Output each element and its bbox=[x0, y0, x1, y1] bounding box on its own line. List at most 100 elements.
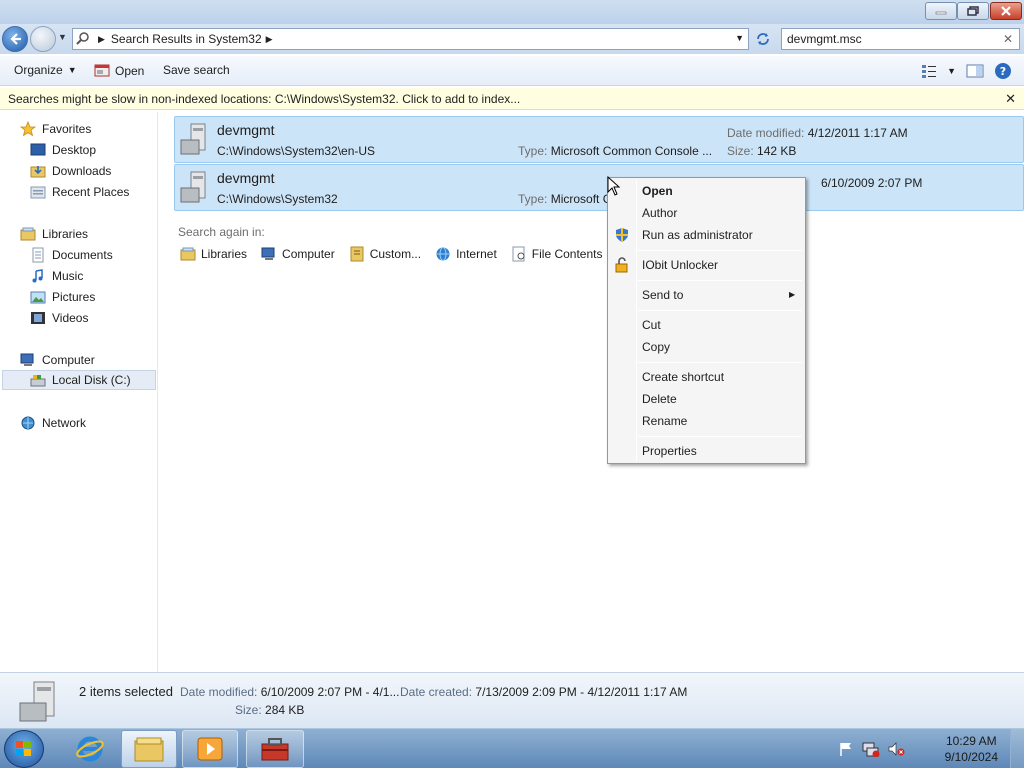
size-value: 142 KB bbox=[757, 144, 797, 158]
menu-item-open[interactable]: Open bbox=[642, 181, 673, 201]
msc-file-icon bbox=[180, 123, 206, 155]
taskbar-media-player[interactable] bbox=[182, 730, 238, 768]
taskbar-device-manager[interactable] bbox=[246, 730, 304, 768]
clear-search-icon[interactable]: ✕ bbox=[1003, 32, 1013, 46]
menu-item-author[interactable]: Author bbox=[642, 203, 677, 223]
date-modified-label: Date modified: bbox=[727, 126, 805, 140]
navigation-bar: ▼ ▶ Search Results in System32 ▶ ▼ devmg… bbox=[0, 24, 1024, 54]
menu-item-properties[interactable]: Properties bbox=[642, 441, 697, 461]
file-path: C:\Windows\System32\en-US bbox=[217, 144, 376, 158]
toolbox-icon bbox=[261, 738, 289, 761]
network-disconnected-icon[interactable] bbox=[862, 741, 880, 757]
volume-muted-icon[interactable] bbox=[888, 741, 906, 757]
open-button[interactable]: Open bbox=[94, 63, 144, 79]
search-query[interactable]: devmgmt.msc bbox=[787, 32, 862, 46]
sidebar-item-music[interactable]: Music bbox=[30, 266, 83, 286]
show-desktop-button[interactable] bbox=[1010, 729, 1024, 768]
taskbar-internet-explorer[interactable] bbox=[62, 730, 118, 768]
search-again-file-contents[interactable]: File Contents bbox=[511, 246, 602, 262]
breadcrumb-search-results[interactable]: Search Results in System32 bbox=[111, 32, 262, 46]
chevron-right-icon[interactable]: ▶ bbox=[266, 34, 273, 45]
date-modified-value: 4/12/2011 1:17 AM bbox=[807, 126, 908, 140]
index-warning-bar[interactable]: Searches might be slow in non-indexed lo… bbox=[0, 88, 1024, 110]
sidebar-item-network[interactable]: Network bbox=[20, 413, 86, 433]
custom-folder-icon bbox=[350, 246, 364, 262]
view-dropdown-icon[interactable]: ▼ bbox=[947, 66, 956, 76]
menu-item-delete[interactable]: Delete bbox=[642, 389, 677, 409]
details-date-modified-label: Date modified: bbox=[180, 685, 258, 699]
chevron-right-icon[interactable]: ▶ bbox=[98, 34, 105, 45]
search-again-options: Libraries Computer Custom... Internet Fi… bbox=[180, 246, 602, 262]
file-name: devmgmt bbox=[217, 122, 275, 138]
address-bar[interactable]: ▶ Search Results in System32 ▶ ▼ bbox=[72, 28, 749, 50]
sidebar-item-documents[interactable]: Documents bbox=[30, 245, 113, 265]
sidebar-item-desktop[interactable]: Desktop bbox=[30, 140, 96, 160]
submenu-arrow-icon: ▶ bbox=[789, 290, 796, 299]
organize-button[interactable]: Organize ▼ bbox=[14, 63, 77, 77]
clock-date: 9/10/2024 bbox=[944, 750, 998, 764]
internet-explorer-icon bbox=[76, 736, 104, 762]
context-menu: Open Author Run as administrator IObit U… bbox=[607, 177, 806, 464]
refresh-button[interactable] bbox=[752, 28, 774, 50]
refresh-icon bbox=[757, 33, 769, 45]
music-icon bbox=[32, 269, 43, 283]
sidebar-item-label: Downloads bbox=[52, 164, 112, 178]
search-input[interactable]: devmgmt.msc ✕ bbox=[781, 28, 1020, 50]
search-again-computer[interactable]: Computer bbox=[261, 246, 335, 262]
minimize-button[interactable] bbox=[925, 2, 957, 20]
close-icon[interactable]: ✕ bbox=[1005, 91, 1016, 107]
menu-item-iobit-unlocker[interactable]: IObit Unlocker bbox=[642, 255, 718, 275]
media-player-icon bbox=[197, 737, 223, 761]
title-bar[interactable] bbox=[0, 0, 1024, 24]
action-center-flag-icon[interactable] bbox=[838, 741, 854, 757]
search-again-custom[interactable]: Custom... bbox=[349, 246, 421, 262]
recent-places-icon bbox=[30, 186, 46, 199]
index-warning-text[interactable]: Searches might be slow in non-indexed lo… bbox=[8, 92, 520, 106]
svg-text:?: ? bbox=[1000, 65, 1006, 78]
menu-item-run-as-admin[interactable]: Run as administrator bbox=[642, 225, 753, 245]
list-item[interactable]: devmgmt C:\Windows\System32 Type: Micros… bbox=[174, 164, 1024, 211]
sidebar-item-computer[interactable]: Computer bbox=[20, 350, 95, 370]
search-again-libraries[interactable]: Libraries bbox=[180, 246, 247, 262]
menu-item-send-to[interactable]: Send to bbox=[642, 285, 683, 305]
search-again-label: Search again in: bbox=[178, 225, 265, 239]
sidebar-item-libraries[interactable]: Libraries bbox=[20, 224, 88, 244]
chevron-down-icon: ▼ bbox=[67, 65, 77, 75]
start-button[interactable] bbox=[4, 730, 44, 768]
help-icon[interactable]: ? bbox=[994, 62, 1012, 80]
taskbar-explorer[interactable] bbox=[121, 730, 177, 768]
sidebar-item-pictures[interactable]: Pictures bbox=[30, 287, 95, 307]
details-size-label: Size: bbox=[235, 703, 262, 717]
preview-pane-icon[interactable] bbox=[966, 63, 984, 79]
menu-item-cut[interactable]: Cut bbox=[642, 315, 661, 335]
sidebar-item-label: Network bbox=[42, 416, 87, 430]
selection-count: 2 items selected bbox=[79, 684, 173, 699]
sidebar-item-local-disk[interactable]: Local Disk (C:) bbox=[2, 370, 156, 390]
sidebar-item-videos[interactable]: Videos bbox=[30, 308, 88, 328]
close-button[interactable] bbox=[990, 2, 1022, 20]
back-button[interactable] bbox=[2, 26, 28, 52]
explorer-folder-icon bbox=[134, 737, 164, 762]
mouse-cursor-icon bbox=[607, 176, 621, 196]
sidebar-item-recent-places[interactable]: Recent Places bbox=[30, 182, 129, 202]
list-item[interactable]: devmgmt C:\Windows\System32\en-US Type: … bbox=[174, 116, 1024, 163]
recent-pages-dropdown[interactable]: ▼ bbox=[58, 32, 67, 42]
menu-item-create-shortcut[interactable]: Create shortcut bbox=[642, 367, 724, 387]
system-clock[interactable]: 10:29 AM 9/10/2024 bbox=[945, 733, 998, 765]
hard-drive-icon bbox=[30, 375, 46, 387]
restore-button[interactable] bbox=[957, 2, 989, 20]
sidebar-item-favorites[interactable]: Favorites bbox=[20, 119, 91, 139]
sidebar-item-downloads[interactable]: Downloads bbox=[30, 161, 111, 181]
sidebar-item-label: Music bbox=[52, 269, 84, 283]
menu-item-copy[interactable]: Copy bbox=[642, 337, 670, 357]
console-icon bbox=[94, 64, 110, 77]
videos-icon bbox=[31, 312, 45, 324]
menu-item-rename[interactable]: Rename bbox=[642, 411, 687, 431]
view-options-icon[interactable] bbox=[921, 63, 937, 79]
forward-button[interactable] bbox=[30, 26, 56, 52]
sidebar-item-label: Recent Places bbox=[52, 185, 130, 199]
save-search-button[interactable]: Save search bbox=[163, 63, 230, 77]
file-name: devmgmt bbox=[217, 170, 275, 186]
address-dropdown[interactable]: ▼ bbox=[735, 33, 744, 43]
search-again-internet[interactable]: Internet bbox=[435, 246, 497, 262]
